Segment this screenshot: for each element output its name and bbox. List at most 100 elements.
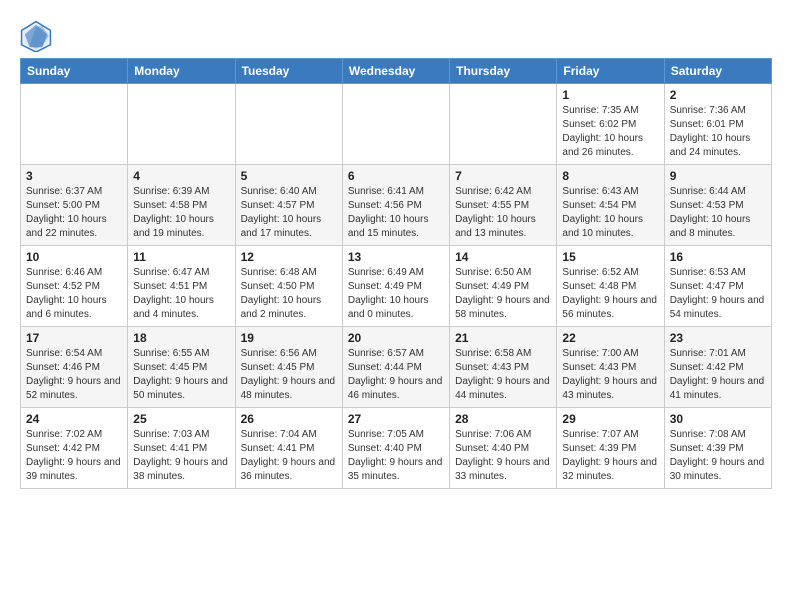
cell-content: Sunrise: 7:04 AM Sunset: 4:41 PM Dayligh… [241, 428, 337, 484]
cell-content: Sunrise: 7:06 AM Sunset: 4:40 PM Dayligh… [455, 428, 551, 484]
day-cell: 19Sunrise: 6:56 AM Sunset: 4:45 PM Dayli… [235, 327, 342, 408]
day-number: 13 [348, 250, 444, 264]
header-cell-sunday: Sunday [21, 59, 128, 84]
calendar-table: SundayMondayTuesdayWednesdayThursdayFrid… [20, 58, 772, 489]
day-number: 29 [562, 412, 658, 426]
day-cell: 21 Sunrise: 6:58 AM Sunset: 4:43 PM Dayli… [450, 327, 557, 408]
day-number: 12 [241, 250, 337, 264]
day-number: 3 [26, 169, 122, 183]
day-number: 18 [133, 331, 229, 345]
day-cell: 27Sunrise: 7:05 AM Sunset: 4:40 PM Dayli… [342, 408, 449, 489]
day-number: 24 [26, 412, 122, 426]
cell-content: Sunrise: 6:46 AM Sunset: 4:52 PM Dayligh… [26, 266, 122, 322]
day-number: 15 [562, 250, 658, 264]
day-cell [128, 84, 235, 165]
cell-content: Sunrise: 7:01 AM Sunset: 4:42 PM Dayligh… [670, 347, 766, 403]
day-cell: 7 Sunrise: 6:42 AM Sunset: 4:55 PM Daylig… [450, 165, 557, 246]
day-cell: 14 Sunrise: 6:50 AM Sunset: 4:49 PM Dayli… [450, 246, 557, 327]
cell-content: Sunrise: 6:37 AM Sunset: 5:00 PM Dayligh… [26, 185, 122, 241]
cell-content: Sunrise: 6:41 AM Sunset: 4:56 PM Dayligh… [348, 185, 444, 241]
day-cell: 17 Sunrise: 6:54 AM Sunset: 4:46 PM Dayli… [21, 327, 128, 408]
day-cell: 8Sunrise: 6:43 AM Sunset: 4:54 PM Daylig… [557, 165, 664, 246]
day-cell: 16 Sunrise: 6:53 AM Sunset: 4:47 PM Dayli… [664, 246, 771, 327]
cell-content: Sunrise: 6:50 AM Sunset: 4:49 PM Dayligh… [455, 266, 551, 322]
day-number: 14 [455, 250, 551, 264]
week-row-1: 3 Sunrise: 6:37 AM Sunset: 5:00 PM Daylig… [21, 165, 772, 246]
day-cell [235, 84, 342, 165]
logo [20, 20, 56, 52]
cell-content: Sunrise: 6:58 AM Sunset: 4:43 PM Dayligh… [455, 347, 551, 403]
day-number: 26 [241, 412, 337, 426]
logo-icon [20, 20, 52, 52]
cell-content: Sunrise: 7:00 AM Sunset: 4:43 PM Dayligh… [562, 347, 658, 403]
day-cell: 26 Sunrise: 7:04 AM Sunset: 4:41 PM Dayli… [235, 408, 342, 489]
cell-content: Sunrise: 6:44 AM Sunset: 4:53 PM Dayligh… [670, 185, 766, 241]
cell-content: Sunrise: 6:47 AM Sunset: 4:51 PM Dayligh… [133, 266, 229, 322]
cell-content: Sunrise: 7:08 AM Sunset: 4:39 PM Dayligh… [670, 428, 766, 484]
cell-content: Sunrise: 6:49 AM Sunset: 4:49 PM Dayligh… [348, 266, 444, 322]
cell-content: Sunrise: 7:07 AM Sunset: 4:39 PM Dayligh… [562, 428, 658, 484]
day-number: 17 [26, 331, 122, 345]
day-number: 16 [670, 250, 766, 264]
week-row-4: 24 Sunrise: 7:02 AM Sunset: 4:42 PM Dayli… [21, 408, 772, 489]
header-cell-friday: Friday [557, 59, 664, 84]
day-number: 10 [26, 250, 122, 264]
cell-content: Sunrise: 6:56 AM Sunset: 4:45 PM Dayligh… [241, 347, 337, 403]
day-number: 7 [455, 169, 551, 183]
week-row-3: 17 Sunrise: 6:54 AM Sunset: 4:46 PM Dayli… [21, 327, 772, 408]
day-cell [21, 84, 128, 165]
header-cell-thursday: Thursday [450, 59, 557, 84]
day-cell: 28 Sunrise: 7:06 AM Sunset: 4:40 PM Dayli… [450, 408, 557, 489]
cell-content: Sunrise: 7:03 AM Sunset: 4:41 PM Dayligh… [133, 428, 229, 484]
cell-content: Sunrise: 7:35 AM Sunset: 6:02 PM Dayligh… [562, 104, 658, 160]
cell-content: Sunrise: 6:43 AM Sunset: 4:54 PM Dayligh… [562, 185, 658, 241]
cell-content: Sunrise: 6:42 AM Sunset: 4:55 PM Dayligh… [455, 185, 551, 241]
day-number: 9 [670, 169, 766, 183]
day-cell: 25 Sunrise: 7:03 AM Sunset: 4:41 PM Dayli… [128, 408, 235, 489]
cell-content: Sunrise: 6:57 AM Sunset: 4:44 PM Dayligh… [348, 347, 444, 403]
header-cell-tuesday: Tuesday [235, 59, 342, 84]
day-number: 22 [562, 331, 658, 345]
day-cell: 15 Sunrise: 6:52 AM Sunset: 4:48 PM Dayli… [557, 246, 664, 327]
day-cell: 18 Sunrise: 6:55 AM Sunset: 4:45 PM Dayli… [128, 327, 235, 408]
day-cell: 20Sunrise: 6:57 AM Sunset: 4:44 PM Dayli… [342, 327, 449, 408]
day-number: 25 [133, 412, 229, 426]
day-cell [450, 84, 557, 165]
day-cell: 4Sunrise: 6:39 AM Sunset: 4:58 PM Daylig… [128, 165, 235, 246]
day-cell: 1Sunrise: 7:35 AM Sunset: 6:02 PM Daylig… [557, 84, 664, 165]
day-cell: 22 Sunrise: 7:00 AM Sunset: 4:43 PM Dayli… [557, 327, 664, 408]
day-cell: 13 Sunrise: 6:49 AM Sunset: 4:49 PM Dayli… [342, 246, 449, 327]
header-cell-wednesday: Wednesday [342, 59, 449, 84]
cell-content: Sunrise: 6:40 AM Sunset: 4:57 PM Dayligh… [241, 185, 337, 241]
day-cell: 24 Sunrise: 7:02 AM Sunset: 4:42 PM Dayli… [21, 408, 128, 489]
cell-content: Sunrise: 6:54 AM Sunset: 4:46 PM Dayligh… [26, 347, 122, 403]
day-cell [342, 84, 449, 165]
day-cell: 30 Sunrise: 7:08 AM Sunset: 4:39 PM Dayli… [664, 408, 771, 489]
cell-content: Sunrise: 6:55 AM Sunset: 4:45 PM Dayligh… [133, 347, 229, 403]
day-cell: 10 Sunrise: 6:46 AM Sunset: 4:52 PM Dayli… [21, 246, 128, 327]
cell-content: Sunrise: 7:36 AM Sunset: 6:01 PM Dayligh… [670, 104, 766, 160]
week-row-2: 10 Sunrise: 6:46 AM Sunset: 4:52 PM Dayli… [21, 246, 772, 327]
day-number: 28 [455, 412, 551, 426]
day-cell: 11Sunrise: 6:47 AM Sunset: 4:51 PM Dayli… [128, 246, 235, 327]
day-number: 5 [241, 169, 337, 183]
day-cell: 29 Sunrise: 7:07 AM Sunset: 4:39 PM Dayli… [557, 408, 664, 489]
header-row: SundayMondayTuesdayWednesdayThursdayFrid… [21, 59, 772, 84]
cell-content: Sunrise: 6:52 AM Sunset: 4:48 PM Dayligh… [562, 266, 658, 322]
cell-content: Sunrise: 6:53 AM Sunset: 4:47 PM Dayligh… [670, 266, 766, 322]
cell-content: Sunrise: 6:48 AM Sunset: 4:50 PM Dayligh… [241, 266, 337, 322]
day-number: 4 [133, 169, 229, 183]
header-cell-saturday: Saturday [664, 59, 771, 84]
day-cell: 2Sunrise: 7:36 AM Sunset: 6:01 PM Daylig… [664, 84, 771, 165]
day-number: 21 [455, 331, 551, 345]
page: SundayMondayTuesdayWednesdayThursdayFrid… [0, 0, 792, 499]
day-number: 30 [670, 412, 766, 426]
day-cell: 3 Sunrise: 6:37 AM Sunset: 5:00 PM Daylig… [21, 165, 128, 246]
header-cell-monday: Monday [128, 59, 235, 84]
day-cell: 9 Sunrise: 6:44 AM Sunset: 4:53 PM Daylig… [664, 165, 771, 246]
day-cell: 12 Sunrise: 6:48 AM Sunset: 4:50 PM Dayli… [235, 246, 342, 327]
day-cell: 23Sunrise: 7:01 AM Sunset: 4:42 PM Dayli… [664, 327, 771, 408]
day-number: 6 [348, 169, 444, 183]
header-area [20, 16, 772, 52]
cell-content: Sunrise: 7:02 AM Sunset: 4:42 PM Dayligh… [26, 428, 122, 484]
